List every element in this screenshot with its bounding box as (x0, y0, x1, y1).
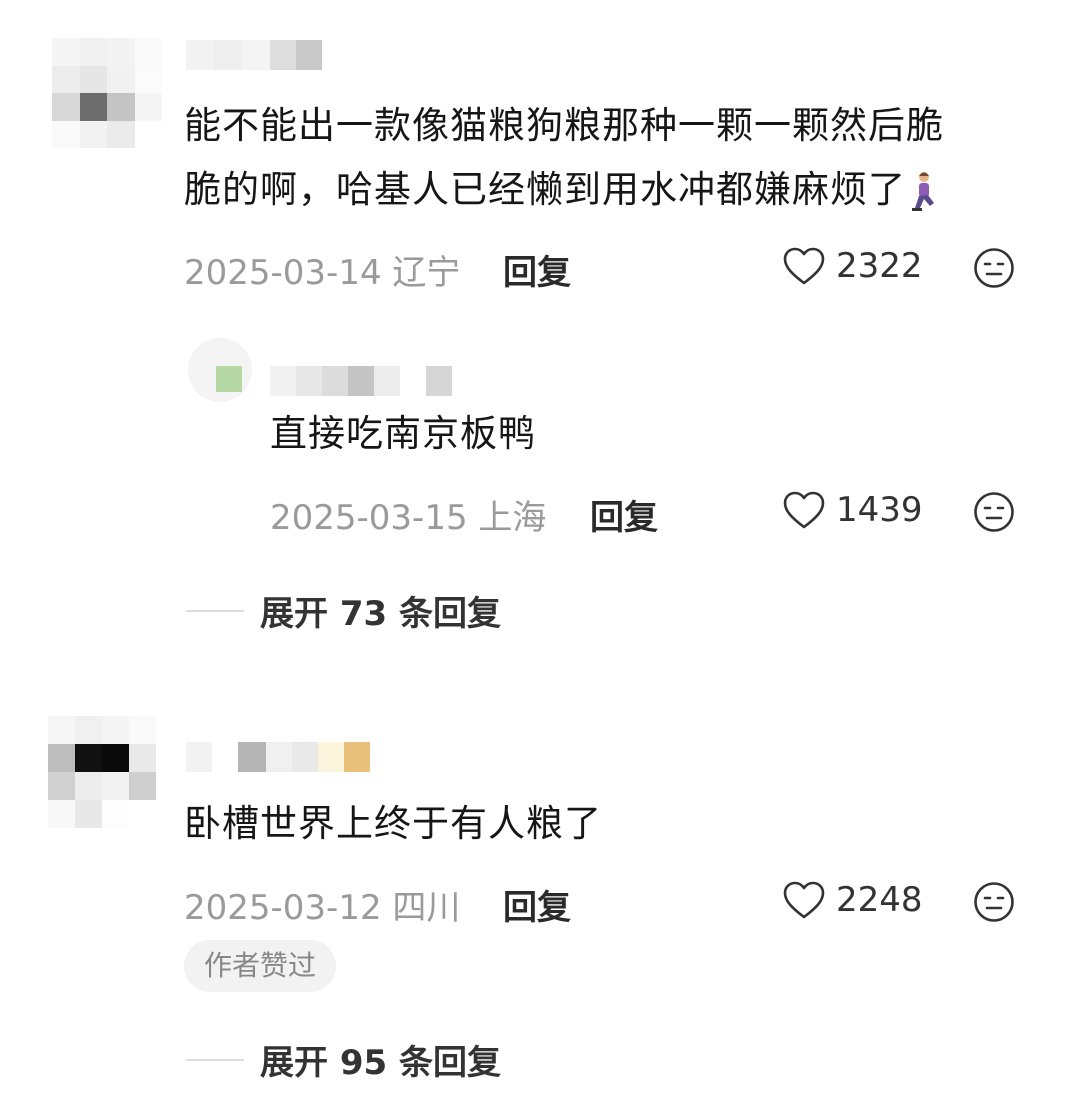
reply-avatar[interactable] (188, 338, 252, 402)
username[interactable] (186, 40, 322, 70)
comment-meta: 2025-03-14 辽宁 (184, 245, 460, 294)
username[interactable] (186, 742, 370, 772)
kneeling-person-emoji-icon (906, 170, 940, 214)
expand-replies-button[interactable]: 展开 95 条回复 (186, 1035, 501, 1084)
avatar[interactable] (48, 716, 156, 828)
unamused-face-icon[interactable] (973, 491, 1015, 533)
comment-meta: 2025-03-12 四川 (184, 880, 460, 929)
like-button[interactable]: 2248 (782, 880, 923, 920)
heart-outline-icon (783, 881, 825, 919)
avatar[interactable] (52, 38, 162, 148)
author-liked-badge: 作者赞过 (184, 940, 337, 992)
comment-text: 卧槽世界上终于有人粮了 (184, 802, 602, 845)
divider-line (186, 1058, 244, 1061)
comment-location: 辽宁 (392, 253, 461, 293)
reply-meta: 2025-03-15 上海 (270, 490, 546, 539)
expand-replies-button[interactable]: 展开 73 条回复 (186, 586, 501, 635)
like-count: 1439 (836, 490, 923, 530)
unamused-face-icon[interactable] (973, 247, 1015, 289)
reply-button[interactable]: 回复 (503, 245, 571, 294)
heart-outline-icon (783, 491, 825, 529)
comment-location: 四川 (392, 888, 461, 928)
reply-button[interactable]: 回复 (590, 490, 658, 539)
reply-date: 2025-03-15 (270, 498, 468, 538)
reply-username[interactable] (270, 366, 452, 396)
reply-text: 直接吃南京板鸭 (270, 412, 536, 455)
like-button[interactable]: 1439 (782, 490, 923, 530)
like-count: 2322 (836, 246, 923, 286)
like-count: 2248 (836, 880, 923, 920)
divider-line (186, 609, 244, 612)
reply-button[interactable]: 回复 (503, 880, 571, 929)
expand-replies-label: 展开 73 条回复 (260, 594, 501, 634)
comment-date: 2025-03-14 (184, 253, 382, 293)
comment-text-line: 能不能出一款像猫粮狗粮那种一颗一颗然后脆 (184, 104, 944, 147)
expand-replies-label: 展开 95 条回复 (260, 1043, 501, 1083)
reply-location: 上海 (478, 498, 547, 538)
unamused-face-icon[interactable] (973, 881, 1015, 923)
comment-text-line: 脆的啊，哈基人已经懒到用水冲都嫌麻烦了 (184, 158, 940, 222)
comment-date: 2025-03-12 (184, 888, 382, 928)
like-button[interactable]: 2322 (782, 246, 923, 286)
heart-outline-icon (783, 247, 825, 285)
